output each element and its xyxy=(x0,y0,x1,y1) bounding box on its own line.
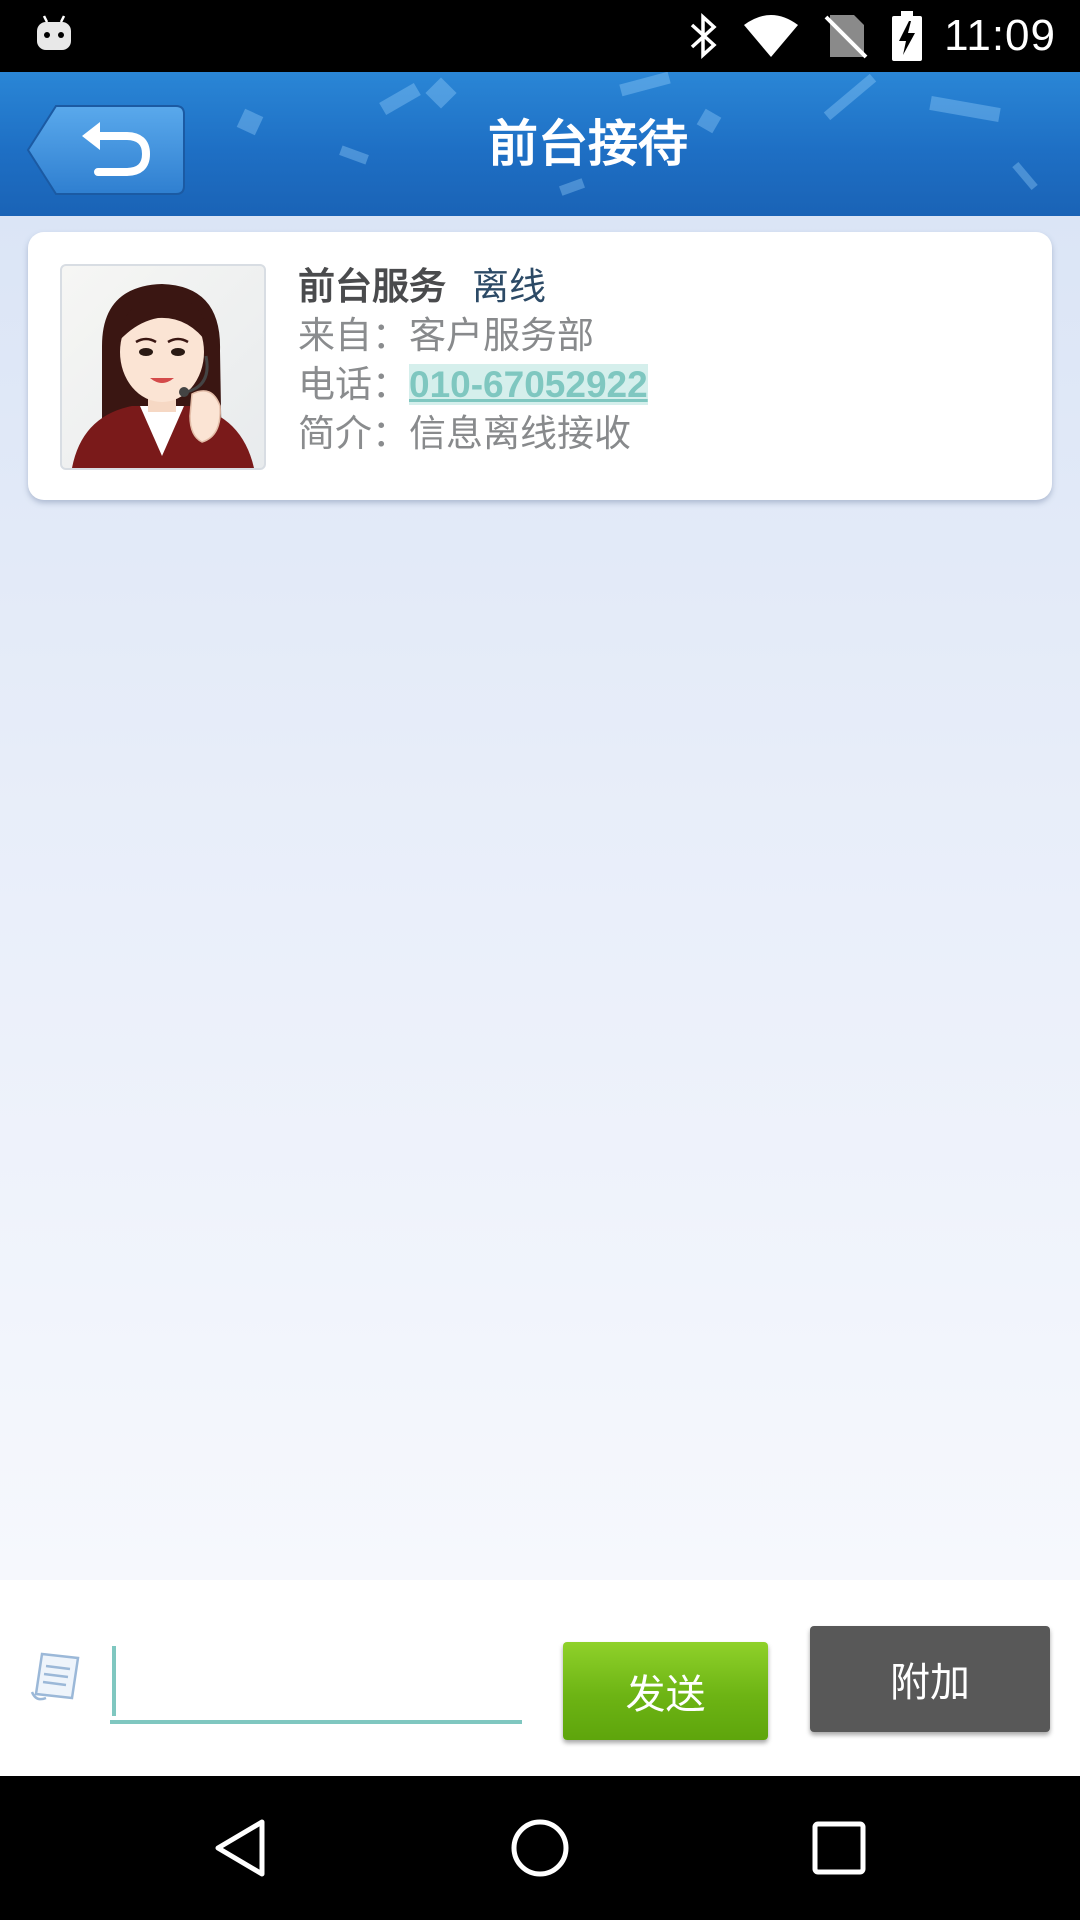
home-icon[interactable] xyxy=(504,1812,576,1884)
bluetooth-icon xyxy=(690,13,717,59)
wifi-icon xyxy=(744,15,799,57)
undo-arrow-icon xyxy=(26,105,185,195)
note-icon[interactable] xyxy=(28,1648,86,1706)
from-value: 客户服务部 xyxy=(409,314,594,357)
back-button[interactable] xyxy=(26,102,186,198)
avatar xyxy=(60,264,266,470)
clock: 11:09 xyxy=(944,11,1056,60)
contact-name-row: 前台服务 离线 xyxy=(298,262,648,311)
status-bar: 11:09 xyxy=(0,0,1080,72)
contact-from-row: 来自：客户服务部 xyxy=(298,311,648,360)
receptionist-avatar-icon xyxy=(72,284,254,468)
phone-link[interactable]: 010-67052922 xyxy=(409,364,648,405)
intro-label: 简介： xyxy=(298,412,409,455)
composer-bar: 发送 附加 xyxy=(0,1580,1080,1776)
title-bar: 前台接待 xyxy=(0,72,1080,216)
contact-status: 离线 xyxy=(472,265,546,308)
page-title-text: 前台接待 xyxy=(488,115,688,173)
send-button[interactable]: 发送 xyxy=(563,1642,768,1740)
contact-info: 前台服务 离线 来自：客户服务部 电话：010-67052922 简介：信息离线接… xyxy=(298,262,648,458)
text-cursor xyxy=(112,1646,116,1716)
contact-name: 前台服务 xyxy=(298,265,446,308)
chat-area[interactable]: 前台服务 离线 来自：客户服务部 电话：010-67052922 简介：信息离线接… xyxy=(0,216,1080,1580)
android-debug-icon xyxy=(37,15,71,50)
app-screen: 11:09 前台接待 前台服务 离线 来自：客户服务部 电话：010-67052… xyxy=(0,0,1080,1920)
no-sim-icon xyxy=(824,15,868,59)
contact-card: 前台服务 离线 来自：客户服务部 电话：010-67052922 简介：信息离线接… xyxy=(28,232,1052,500)
message-input[interactable] xyxy=(110,1640,522,1724)
contact-intro-row: 简介：信息离线接收 xyxy=(298,409,648,458)
phone-label: 电话： xyxy=(298,363,409,406)
attach-button[interactable]: 附加 xyxy=(810,1626,1050,1732)
contact-phone-row: 电话：010-67052922 xyxy=(298,360,648,409)
nav-bar xyxy=(0,1776,1080,1920)
battery-charging-icon xyxy=(892,11,923,61)
intro-value: 信息离线接收 xyxy=(409,412,631,455)
recents-icon[interactable] xyxy=(803,1812,875,1884)
from-label: 来自： xyxy=(298,314,409,357)
back-icon[interactable] xyxy=(206,1812,278,1884)
